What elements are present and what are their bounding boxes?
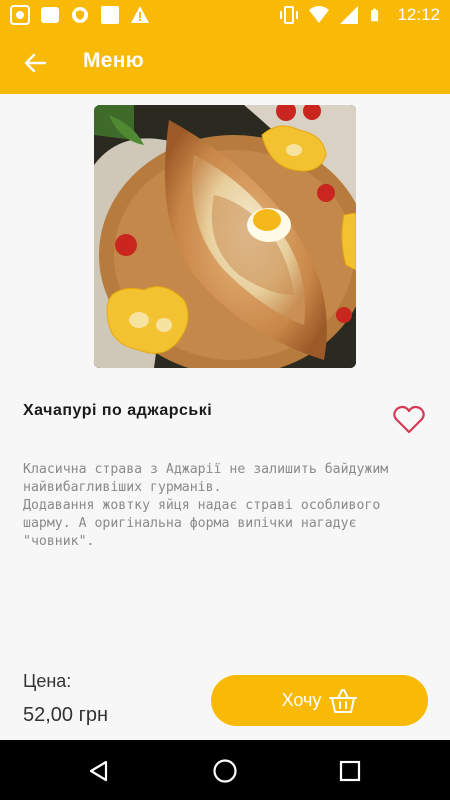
square-app-icon [41,7,59,23]
app-bar: Меню [0,32,450,94]
system-navigation-bar [0,740,450,800]
page-title: Меню [83,49,144,72]
arrow-left-icon [24,53,46,73]
favorite-button[interactable] [392,403,426,437]
dish-title: Хачапурі по аджарські [23,402,213,419]
back-button[interactable] [18,46,52,80]
dish-image [94,105,356,368]
want-button-label: Хочу [281,690,322,710]
signal-icon [340,6,359,24]
nav-back-button[interactable] [82,754,116,788]
back-triangle-icon [89,760,108,782]
price-value: 52,00 грн [23,704,109,726]
want-button[interactable]: Хочу [211,675,428,726]
battery-icon [371,8,379,22]
basket-icon [329,688,358,713]
wifi-icon [309,6,330,23]
nav-home-button[interactable] [208,754,242,788]
home-circle-icon [213,759,237,783]
status-icons-left [10,5,150,25]
status-bar: 12:12 [0,0,450,32]
heart-outline-icon [393,405,425,434]
square-app-icon [101,6,119,24]
khachapuri-illustration [94,105,356,368]
dish-description: Класична страва з Аджарії не залишить ба… [23,461,423,551]
vibrate-icon [280,6,299,24]
screenshot-icon [10,5,30,25]
vpn-shield-icon [72,7,88,23]
warning-icon [131,6,149,23]
nav-recents-button[interactable] [333,754,367,788]
description-paragraph: Додавання жовтку яйця надає страві особл… [23,498,381,549]
status-icons-right: 12:12 [279,5,440,25]
dish-details: Хачапурі по аджарські Класична страва з … [0,94,450,740]
status-time: 12:12 [397,5,440,24]
price-label: Цена: [23,671,72,691]
description-paragraph: Класична страва з Аджарії не залишить ба… [23,462,389,495]
recents-square-icon [339,760,361,782]
